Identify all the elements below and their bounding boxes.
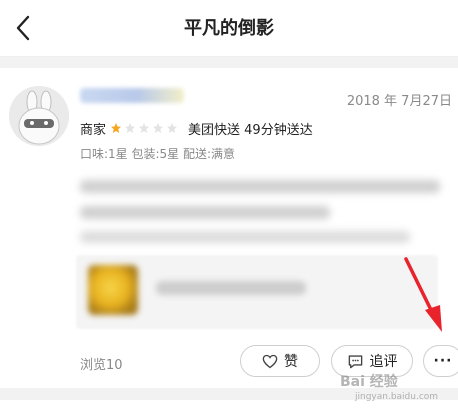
star-empty-icon <box>139 123 150 133</box>
blurred-text-line <box>80 231 410 243</box>
star-empty-icon <box>167 123 178 133</box>
merchant-label: 商家 <box>80 122 107 138</box>
more-options-button[interactable]: ··· <box>423 345 458 377</box>
blurred-text-line <box>80 206 330 219</box>
rabbit-avatar-icon <box>9 86 69 146</box>
review-card: 2018 年 7月27日 商家 美团快送 49分钟送达 口味:1星 包装:5星 … <box>0 68 458 388</box>
section-divider <box>0 57 458 68</box>
product-thumbnail <box>88 265 138 315</box>
sub-ratings: 口味:1星 包装:5星 配送:满意 <box>80 147 236 161</box>
comment-icon <box>348 354 362 368</box>
avatar[interactable] <box>9 86 69 146</box>
watermark-url: jingyan.baidu.com <box>355 392 439 402</box>
ordered-product-card[interactable] <box>76 255 438 329</box>
delivery-info: 美团快送 49分钟送达 <box>188 122 313 138</box>
page-title: 平凡的倒影 <box>184 18 274 39</box>
like-label: 赞 <box>284 354 298 370</box>
username-blurred <box>80 88 184 103</box>
top-navigation-bar: 平凡的倒影 <box>0 0 458 57</box>
red-arrow-annotation <box>404 257 442 332</box>
follow-up-label: 追评 <box>369 354 398 370</box>
product-name-blurred <box>156 281 306 295</box>
star-rating <box>110 122 180 134</box>
star-empty-icon <box>153 123 164 133</box>
review-date: 2018 年 7月27日 <box>346 94 452 109</box>
star-empty-icon <box>125 123 136 133</box>
star-filled-icon <box>111 123 122 133</box>
more-dots-icon: ··· <box>433 353 453 369</box>
watermark-logo: Bai 经验 <box>340 374 398 390</box>
view-count: 浏览10 <box>80 358 123 373</box>
blurred-text-line <box>80 180 440 193</box>
merchant-rating-row: 商家 美团快送 49分钟送达 <box>80 118 313 138</box>
heart-icon <box>262 354 278 368</box>
like-button[interactable]: 赞 <box>240 345 320 377</box>
